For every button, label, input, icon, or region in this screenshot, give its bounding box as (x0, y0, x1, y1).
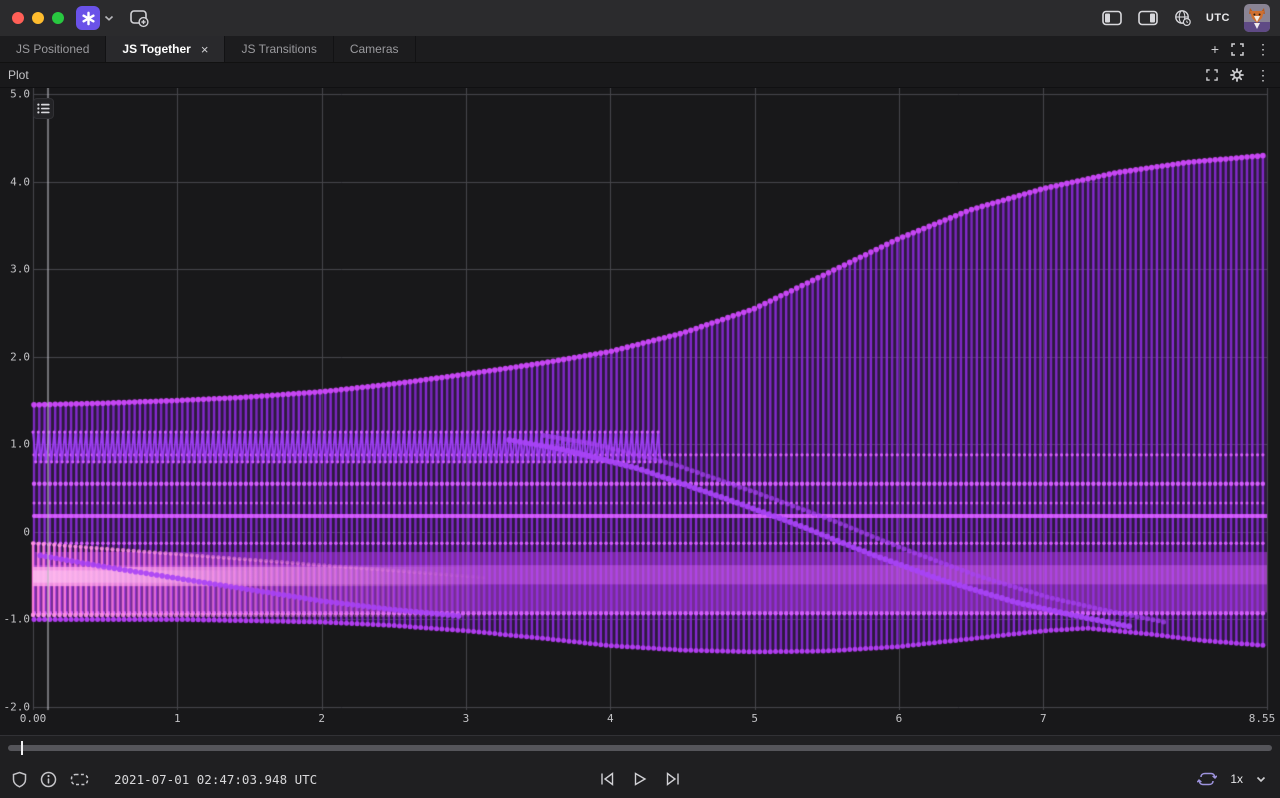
tab-label: JS Transitions (241, 42, 316, 56)
tab-cameras[interactable]: Cameras (334, 36, 416, 62)
x-tick-label: 0.00 (20, 712, 47, 725)
time-playhead[interactable] (21, 741, 23, 755)
x-tick-label: 4 (607, 712, 614, 725)
tab-js-transitions[interactable]: JS Transitions (225, 36, 333, 62)
x-tick-label: 1 (174, 712, 181, 725)
y-tick-label: 0 (0, 525, 30, 538)
fullscreen-panel-icon[interactable] (1206, 69, 1218, 81)
shield-icon[interactable] (12, 771, 27, 788)
step-back-button[interactable] (599, 771, 616, 787)
x-tick-label: 3 (463, 712, 470, 725)
current-timestamp: 2021-07-01 02:47:03.948 UTC (114, 772, 317, 787)
tab-label: JS Positioned (16, 42, 89, 56)
loop-playback-icon[interactable] (1197, 771, 1217, 787)
y-tick-label: 1.0 (0, 438, 30, 451)
tab-bar: JS Positioned JS Together × JS Transitions C… (0, 36, 1280, 63)
add-tab-button[interactable]: + (1211, 42, 1219, 56)
screenshot-button[interactable] (128, 8, 150, 28)
toggle-left-panel-button[interactable] (1101, 10, 1123, 26)
playback-speed[interactable]: 1x (1230, 772, 1243, 786)
tab-label: JS Together (122, 42, 190, 56)
play-button[interactable] (632, 771, 648, 787)
x-tick-label: 8.55 (1249, 712, 1276, 725)
maximize-view-icon[interactable] (1231, 43, 1244, 56)
panel-more-menu-icon[interactable]: ⋮ (1256, 67, 1270, 84)
tabs-container: JS Positioned JS Together × JS Transitions C… (0, 36, 416, 62)
toggle-right-panel-button[interactable] (1137, 10, 1159, 26)
y-tick-label: -1.0 (0, 613, 30, 626)
zoom-window-button[interactable] (52, 12, 64, 24)
loop-selection-icon[interactable] (70, 772, 89, 787)
step-forward-button[interactable] (664, 771, 681, 787)
y-tick-label: 3.0 (0, 263, 30, 276)
timezone-globe-icon[interactable] (1173, 9, 1192, 27)
speed-dropdown-chevron-icon[interactable] (1256, 776, 1266, 783)
timeseries-plot-canvas[interactable] (0, 88, 1280, 735)
info-icon[interactable] (40, 771, 57, 788)
tab-more-menu-icon[interactable]: ⋮ (1256, 42, 1270, 56)
x-tick-label: 7 (1040, 712, 1047, 725)
panel-title: Plot (8, 68, 29, 82)
window-controls (12, 12, 64, 24)
title-bar: UTC (0, 0, 1280, 36)
gear-icon[interactable] (1230, 68, 1244, 82)
utc-label: UTC (1206, 12, 1230, 24)
minimize-window-button[interactable] (32, 12, 44, 24)
y-tick-label: 4.0 (0, 175, 30, 188)
tab-js-together[interactable]: JS Together × (106, 36, 225, 62)
tab-js-positioned[interactable]: JS Positioned (0, 36, 106, 62)
plot-view[interactable]: 5.04.03.02.01.00-1.0-2.0 0.0012345678.55 (0, 88, 1280, 735)
legend-toggle-button[interactable] (33, 98, 54, 119)
asterisk-icon (81, 11, 96, 26)
rerun-logo-icon[interactable] (76, 6, 100, 30)
fox-avatar[interactable] (1244, 4, 1270, 32)
chevron-down-icon[interactable] (104, 14, 114, 22)
time-scrubber[interactable] (8, 745, 1272, 751)
y-tick-label: 2.0 (0, 350, 30, 363)
x-tick-label: 5 (751, 712, 758, 725)
time-panel: 2021-07-01 02:47:03.948 UTC (0, 735, 1280, 798)
plot-panel-header: Plot ⋮ (0, 63, 1280, 88)
close-window-button[interactable] (12, 12, 24, 24)
app-window: UTC JS Positioned JS Together × JS Transiti… (0, 0, 1280, 798)
x-tick-label: 6 (896, 712, 903, 725)
close-tab-icon[interactable]: × (201, 42, 209, 57)
x-tick-label: 2 (318, 712, 325, 725)
tab-label: Cameras (350, 42, 399, 56)
y-tick-label: 5.0 (0, 88, 30, 101)
